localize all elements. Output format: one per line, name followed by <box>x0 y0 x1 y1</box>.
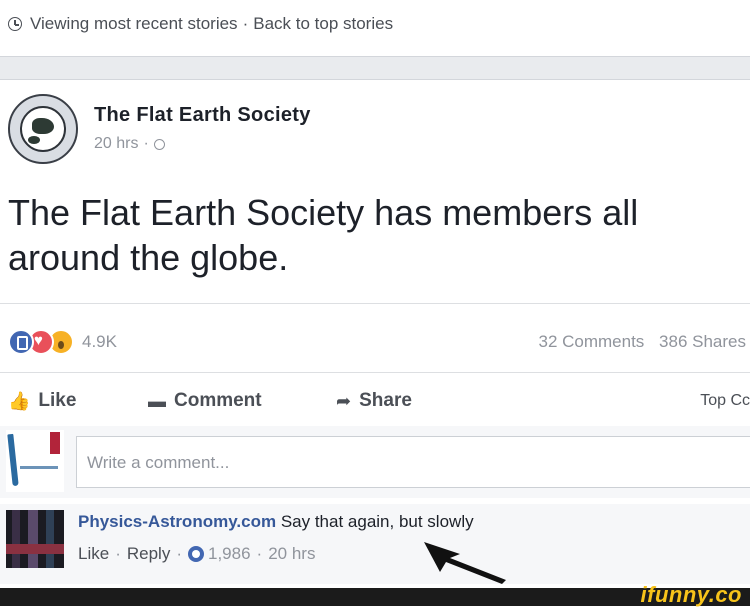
separator: · <box>115 544 121 563</box>
commenter-avatar[interactable] <box>6 510 64 568</box>
comment-reply-link[interactable]: Reply <box>127 544 170 564</box>
commenter-name[interactable]: Physics-Astronomy.com <box>78 512 276 531</box>
comment-like-count[interactable]: 1,986 <box>208 544 251 564</box>
watermark-bar <box>0 588 750 606</box>
actions-divider <box>0 372 750 373</box>
thumbs-up-icon: 👍 <box>8 390 31 411</box>
separator: · <box>176 544 182 563</box>
back-to-top-stories-link[interactable]: Back to top stories <box>253 14 393 34</box>
like-count-icon <box>188 546 204 562</box>
user-avatar[interactable] <box>6 430 64 492</box>
page-name[interactable]: The Flat Earth Society <box>94 104 311 127</box>
comment-time[interactable]: 20 hrs <box>268 544 315 564</box>
post-divider <box>0 303 750 304</box>
separator: · <box>256 544 263 563</box>
like-label: Like <box>38 390 77 411</box>
post-timestamp: 20 hrs · <box>94 135 311 153</box>
feed-status-bar: Viewing most recent stories · Back to to… <box>0 0 750 48</box>
like-button[interactable]: 👍 Like <box>8 390 148 412</box>
speech-bubble-icon: ▬ <box>148 390 166 411</box>
comment-like-link[interactable]: Like <box>78 544 109 564</box>
globe-icon[interactable] <box>153 138 165 150</box>
shares-count[interactable]: 386 Shares <box>659 332 746 351</box>
time-separator: · <box>143 135 149 152</box>
comment-item: Physics-Astronomy.com Say that again, bu… <box>0 504 750 584</box>
separator: · <box>242 14 249 33</box>
share-label: Share <box>359 390 412 411</box>
ifunny-logo: ifunny.co <box>640 582 742 607</box>
pointer-arrow-icon <box>424 542 506 584</box>
comment-meta: Like · Reply · 1,986 · 20 hrs <box>78 544 315 564</box>
comments-count[interactable]: 32 Comments <box>538 332 644 351</box>
post-time-text[interactable]: 20 hrs <box>94 135 138 153</box>
viewing-most-recent-label: Viewing most recent stories <box>30 14 238 33</box>
page-avatar[interactable] <box>8 94 78 164</box>
page-meta: The Flat Earth Society 20 hrs · <box>94 104 311 153</box>
engagement-counts: 32 Comments 386 Shares <box>528 332 746 352</box>
clock-icon <box>8 17 22 31</box>
comment-body: Physics-Astronomy.com Say that again, bu… <box>78 512 474 532</box>
comment-composer: Write a comment... <box>0 426 750 498</box>
share-arrow-icon: ➦ <box>336 390 352 411</box>
feed-divider <box>0 56 750 80</box>
post-header: The Flat Earth Society 20 hrs · <box>8 94 311 164</box>
reaction-count[interactable]: 4.9K <box>82 332 117 352</box>
post-actions: 👍 Like ▬ Comment ➦ Share Top Cc <box>8 386 750 416</box>
share-button[interactable]: ➦ Share <box>336 390 436 412</box>
post-text: The Flat Earth Society has members all a… <box>8 192 639 278</box>
comment-button[interactable]: ▬ Comment <box>148 390 336 412</box>
comment-label: Comment <box>174 390 262 411</box>
comment-text: Say that again, but slowly <box>280 512 474 531</box>
reactions-row: 4.9K 32 Comments 386 Shares <box>8 328 750 356</box>
comment-input[interactable]: Write a comment... <box>76 436 750 488</box>
like-reaction-icon[interactable] <box>8 329 34 355</box>
top-comments-dropdown[interactable]: Top Cc <box>700 392 750 410</box>
